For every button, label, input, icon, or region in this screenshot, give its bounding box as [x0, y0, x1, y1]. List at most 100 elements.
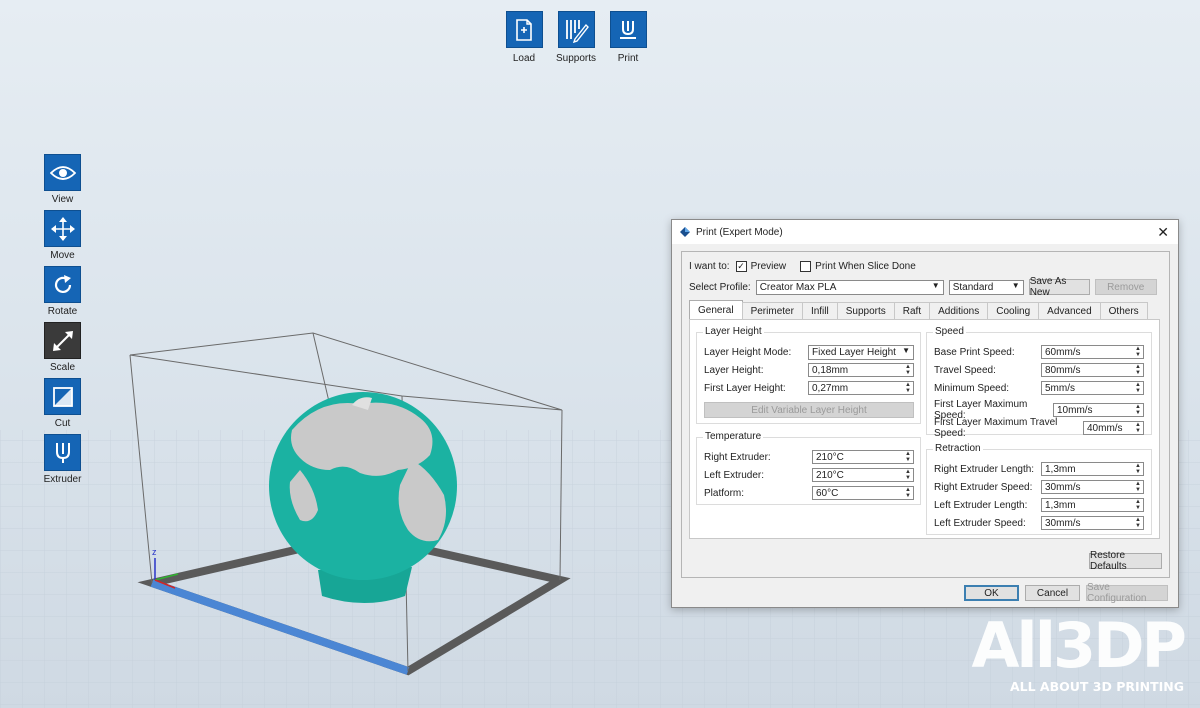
view-button[interactable] — [44, 154, 81, 191]
speed-title: Speed — [933, 326, 966, 337]
load-label: Load — [512, 53, 536, 64]
spinner-arrows-icon[interactable]: ▲ ▼ — [1134, 481, 1142, 493]
scale-button[interactable] — [44, 322, 81, 359]
extruder-tool[interactable]: Extruder — [44, 434, 81, 485]
save-as-new-button[interactable]: Save As New — [1028, 276, 1090, 298]
spinner-arrows-icon[interactable]: ▲ ▼ — [904, 451, 912, 463]
top-toolbar: Load Supports Print — [498, 11, 654, 64]
tab-general[interactable]: General — [689, 300, 743, 319]
spinner-arrows-icon[interactable]: ▲ ▼ — [904, 469, 912, 481]
rotate-tool[interactable]: Rotate — [44, 266, 81, 317]
scale-icon — [52, 330, 73, 351]
left-extruder-speed-spinbox[interactable]: 30mm/s ▲ ▼ — [1041, 516, 1144, 530]
spinner-arrows-icon[interactable]: ▲ ▼ — [1134, 422, 1142, 434]
right-extruder-length-spinbox[interactable]: 1,3mm ▲ ▼ — [1041, 462, 1144, 476]
layer-height-mode-select[interactable]: Fixed Layer Height ▼ — [808, 345, 914, 360]
general-tab-pane: Layer Height Layer Height Mode: Fixed La… — [689, 319, 1160, 539]
print-tool[interactable]: Print — [602, 11, 654, 64]
spinner-arrows-icon[interactable]: ▲ ▼ — [1134, 346, 1142, 358]
close-icon[interactable]: ✕ — [1157, 224, 1169, 241]
tab-supports[interactable]: Supports — [836, 302, 895, 319]
travel-speed-spinbox[interactable]: 80mm/s ▲ ▼ — [1041, 363, 1144, 377]
first-layer-max-travel-speed-label: First Layer Maximum Travel Speed: — [934, 417, 1058, 439]
rotate-label: Rotate — [47, 306, 78, 317]
left-extruder-temp-value: 210°C — [816, 469, 844, 481]
preview-checkbox[interactable]: ✓ — [735, 261, 747, 272]
first-layer-max-speed-spinbox[interactable]: 10mm/s ▲ ▼ — [1053, 403, 1144, 417]
move-arrows-icon — [50, 216, 75, 241]
restore-defaults-button[interactable]: Restore Defaults — [1089, 550, 1162, 572]
cut-button[interactable] — [44, 378, 81, 415]
tab-others[interactable]: Others — [1099, 302, 1148, 319]
minimum-speed-spinbox[interactable]: 5mm/s ▲ ▼ — [1041, 381, 1144, 395]
quality-select[interactable]: Standard ▼ — [948, 279, 1024, 295]
tab-additions[interactable]: Additions — [929, 302, 989, 319]
first-layer-height-spinbox[interactable]: 0,27mm ▲ ▼ — [808, 381, 914, 395]
view-tool[interactable]: View — [44, 154, 81, 205]
first-layer-height-label: First Layer Height: — [704, 382, 786, 394]
chevron-down-icon: ▼ — [902, 346, 910, 355]
dialog-title-bar[interactable]: Print (Expert Mode) ✕ — [672, 220, 1178, 244]
first-layer-height-row: First Layer Height: 0,27mm ▲ ▼ — [704, 381, 914, 395]
load-button[interactable] — [505, 11, 543, 48]
layer-height-title: Layer Height — [703, 326, 764, 337]
right-extruder-length-row: Right Extruder Length: 1,3mm ▲ ▼ — [934, 462, 1144, 476]
base-print-speed-row: Base Print Speed: 60mm/s ▲ ▼ — [934, 345, 1144, 359]
extruder-button[interactable] — [44, 434, 81, 471]
left-extruder-speed-value: 30mm/s — [1045, 517, 1081, 529]
tab-infill[interactable]: Infill — [801, 302, 838, 319]
layer-height-label: Layer Height: — [704, 364, 764, 376]
left-extruder-temp-spinbox[interactable]: 210°C ▲ ▼ — [812, 468, 914, 482]
profile-select[interactable]: Creator Max PLA ▼ — [755, 279, 944, 295]
layer-height-mode-row: Layer Height Mode: Fixed Layer Height ▼ — [704, 345, 914, 360]
spinner-arrows-icon[interactable]: ▲ ▼ — [904, 487, 912, 499]
spinner-arrows-icon[interactable]: ▲ ▼ — [1134, 463, 1142, 475]
load-file-icon — [516, 18, 532, 41]
layer-height-spinbox[interactable]: 0,18mm ▲ ▼ — [808, 363, 914, 377]
cancel-button[interactable]: Cancel — [1025, 585, 1080, 601]
base-print-speed-spinbox[interactable]: 60mm/s ▲ ▼ — [1041, 345, 1144, 359]
right-extruder-temp-spinbox[interactable]: 210°C ▲ ▼ — [812, 450, 914, 464]
rotate-button[interactable] — [44, 266, 81, 303]
globe-model — [269, 392, 457, 580]
move-button[interactable] — [44, 210, 81, 247]
print-button[interactable] — [609, 11, 647, 48]
tab-perimeter[interactable]: Perimeter — [741, 302, 803, 319]
base-print-speed-label: Base Print Speed: — [934, 346, 1015, 358]
save-configuration-button[interactable]: Save Configuration — [1086, 582, 1168, 604]
cut-label: Cut — [54, 418, 71, 429]
ok-button[interactable]: OK — [964, 585, 1019, 601]
left-extruder-length-spinbox[interactable]: 1,3mm ▲ ▼ — [1041, 498, 1144, 512]
right-extruder-speed-spinbox[interactable]: 30mm/s ▲ ▼ — [1041, 480, 1144, 494]
spinner-arrows-icon[interactable]: ▲ ▼ — [904, 382, 912, 394]
i-want-to-label: I want to: — [689, 261, 730, 272]
spinner-arrows-icon[interactable]: ▲ ▼ — [1134, 382, 1142, 394]
first-layer-max-travel-speed-row: First Layer Maximum Travel Speed: 40mm/s… — [934, 417, 1144, 439]
print-when-done-checkbox[interactable] — [800, 261, 812, 272]
remove-button[interactable]: Remove — [1094, 279, 1157, 295]
supports-button[interactable] — [557, 11, 595, 48]
watermark-logo: All3DP — [971, 609, 1187, 682]
platform-temp-spinbox[interactable]: 60°C ▲ ▼ — [812, 486, 914, 500]
left-extruder-length-value: 1,3mm — [1045, 499, 1076, 511]
tab-advanced[interactable]: Advanced — [1038, 302, 1101, 319]
spinner-arrows-icon[interactable]: ▲ ▼ — [1134, 404, 1142, 416]
rotate-icon — [54, 274, 71, 293]
edit-variable-layer-height-button[interactable]: Edit Variable Layer Height — [704, 402, 914, 418]
spinner-arrows-icon[interactable]: ▲ ▼ — [1134, 364, 1142, 376]
left-toolbar: View Move Rotate Scale Cut Extruder — [44, 154, 81, 490]
spinner-arrows-icon[interactable]: ▲ ▼ — [1134, 517, 1142, 529]
right-extruder-speed-label: Right Extruder Speed: — [934, 481, 1033, 493]
tab-cooling[interactable]: Cooling — [987, 302, 1040, 319]
tab-raft[interactable]: Raft — [893, 302, 931, 319]
right-extruder-temp-value: 210°C — [816, 451, 844, 463]
load-tool[interactable]: Load — [498, 11, 550, 64]
spinner-arrows-icon[interactable]: ▲ ▼ — [904, 364, 912, 376]
supports-tool[interactable]: Supports — [550, 11, 602, 64]
spinner-arrows-icon[interactable]: ▲ ▼ — [1134, 499, 1142, 511]
cut-tool[interactable]: Cut — [44, 378, 81, 429]
move-tool[interactable]: Move — [44, 210, 81, 261]
scale-tool[interactable]: Scale — [44, 322, 81, 373]
first-layer-max-travel-speed-spinbox[interactable]: 40mm/s ▲ ▼ — [1083, 421, 1144, 435]
right-extruder-temp-label: Right Extruder: — [704, 451, 771, 463]
